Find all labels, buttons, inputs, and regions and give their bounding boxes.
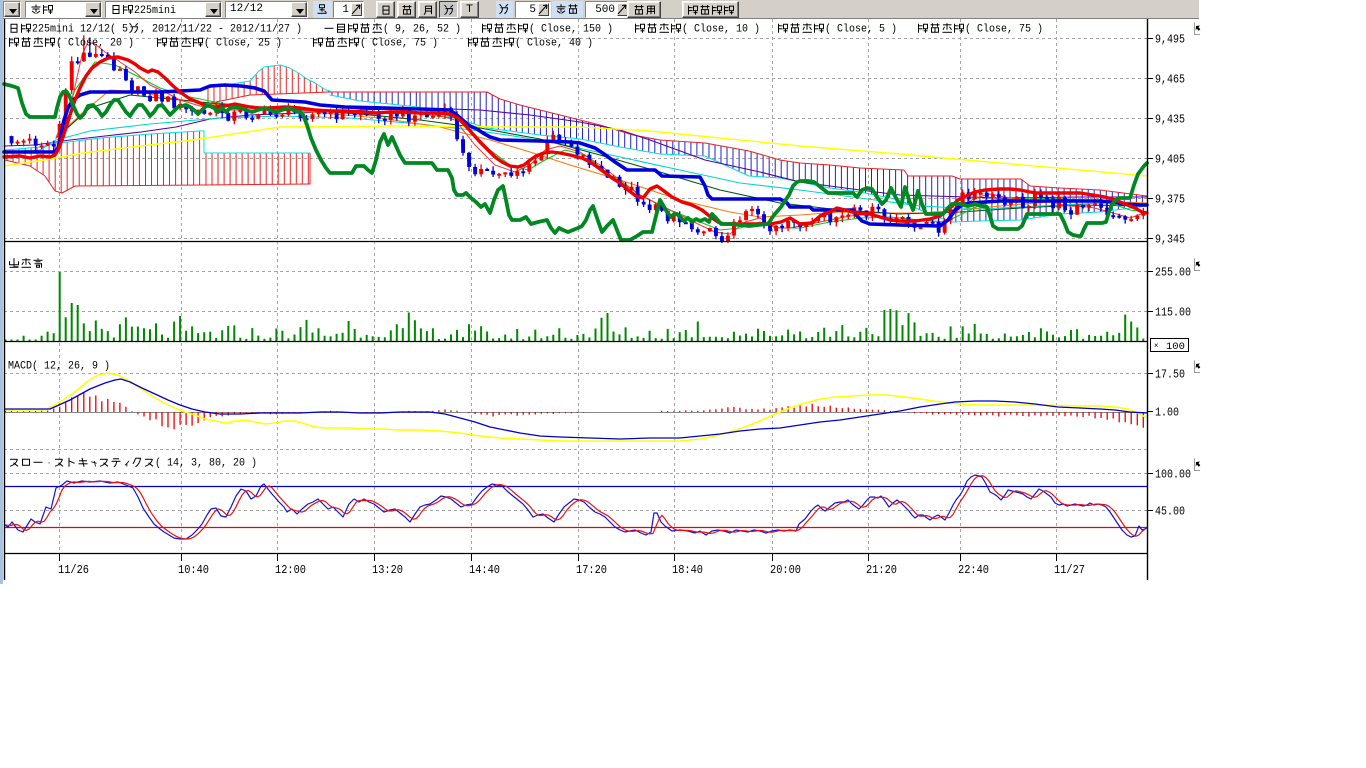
svg-text:115.00: 115.00	[1155, 307, 1191, 320]
svg-text:( Close, 75 ): ( Close, 75 )	[965, 24, 1043, 36]
svg-text:11/26: 11/26	[58, 564, 89, 577]
svg-text:( 9, 26, 52 ): ( 9, 26, 52 )	[383, 24, 461, 36]
svg-text:18:40: 18:40	[672, 564, 703, 577]
svg-text:, 2012/11/22 - 2012/11/27 ): , 2012/11/22 - 2012/11/27 )	[140, 24, 302, 36]
svg-text:MACD( 12, 26, 9 ): MACD( 12, 26, 9 )	[8, 361, 110, 373]
svg-text:225mini 12/12( 5: 225mini 12/12( 5	[32, 24, 128, 36]
svg-text:17.50: 17.50	[1155, 369, 1185, 382]
svg-text:9,375: 9,375	[1155, 194, 1185, 207]
svg-text:9,495: 9,495	[1155, 34, 1185, 47]
svg-text:20:00: 20:00	[770, 564, 801, 577]
svg-text:×: ×	[1154, 342, 1159, 351]
svg-text:10:40: 10:40	[178, 564, 209, 577]
svg-text:21:20: 21:20	[866, 564, 897, 577]
svg-text:( Close, 25 ): ( Close, 25 )	[204, 38, 282, 50]
svg-text:( 14, 3, 80, 20 ): ( 14, 3, 80, 20 )	[155, 458, 257, 470]
svg-text:( Close, 150 ): ( Close, 150 )	[529, 24, 613, 36]
svg-text:9,405: 9,405	[1155, 154, 1185, 167]
svg-text:9,345: 9,345	[1155, 234, 1185, 247]
svg-text:( Close, 10 ): ( Close, 10 )	[682, 24, 760, 36]
svg-text:( Close, 20 ): ( Close, 20 )	[56, 38, 134, 50]
svg-text:9,435: 9,435	[1155, 114, 1185, 127]
svg-text:11/27: 11/27	[1054, 564, 1085, 577]
svg-text:( Close, 5 ): ( Close, 5 )	[825, 24, 897, 36]
svg-text:255.00: 255.00	[1155, 267, 1191, 280]
svg-text:1.00: 1.00	[1155, 407, 1179, 420]
svg-text:17:20: 17:20	[576, 564, 607, 577]
svg-text:( Close, 75 ): ( Close, 75 )	[360, 38, 438, 50]
svg-text:13:20: 13:20	[372, 564, 403, 577]
svg-text:100: 100	[1166, 341, 1185, 353]
svg-text:( Close, 40 ): ( Close, 40 )	[515, 38, 593, 50]
svg-text:14:40: 14:40	[469, 564, 500, 577]
svg-text:45.00: 45.00	[1155, 506, 1185, 519]
svg-text:100.00: 100.00	[1155, 469, 1191, 482]
svg-text:9,465: 9,465	[1155, 74, 1185, 87]
svg-text:22:40: 22:40	[958, 564, 989, 577]
svg-text:12:00: 12:00	[275, 564, 306, 577]
